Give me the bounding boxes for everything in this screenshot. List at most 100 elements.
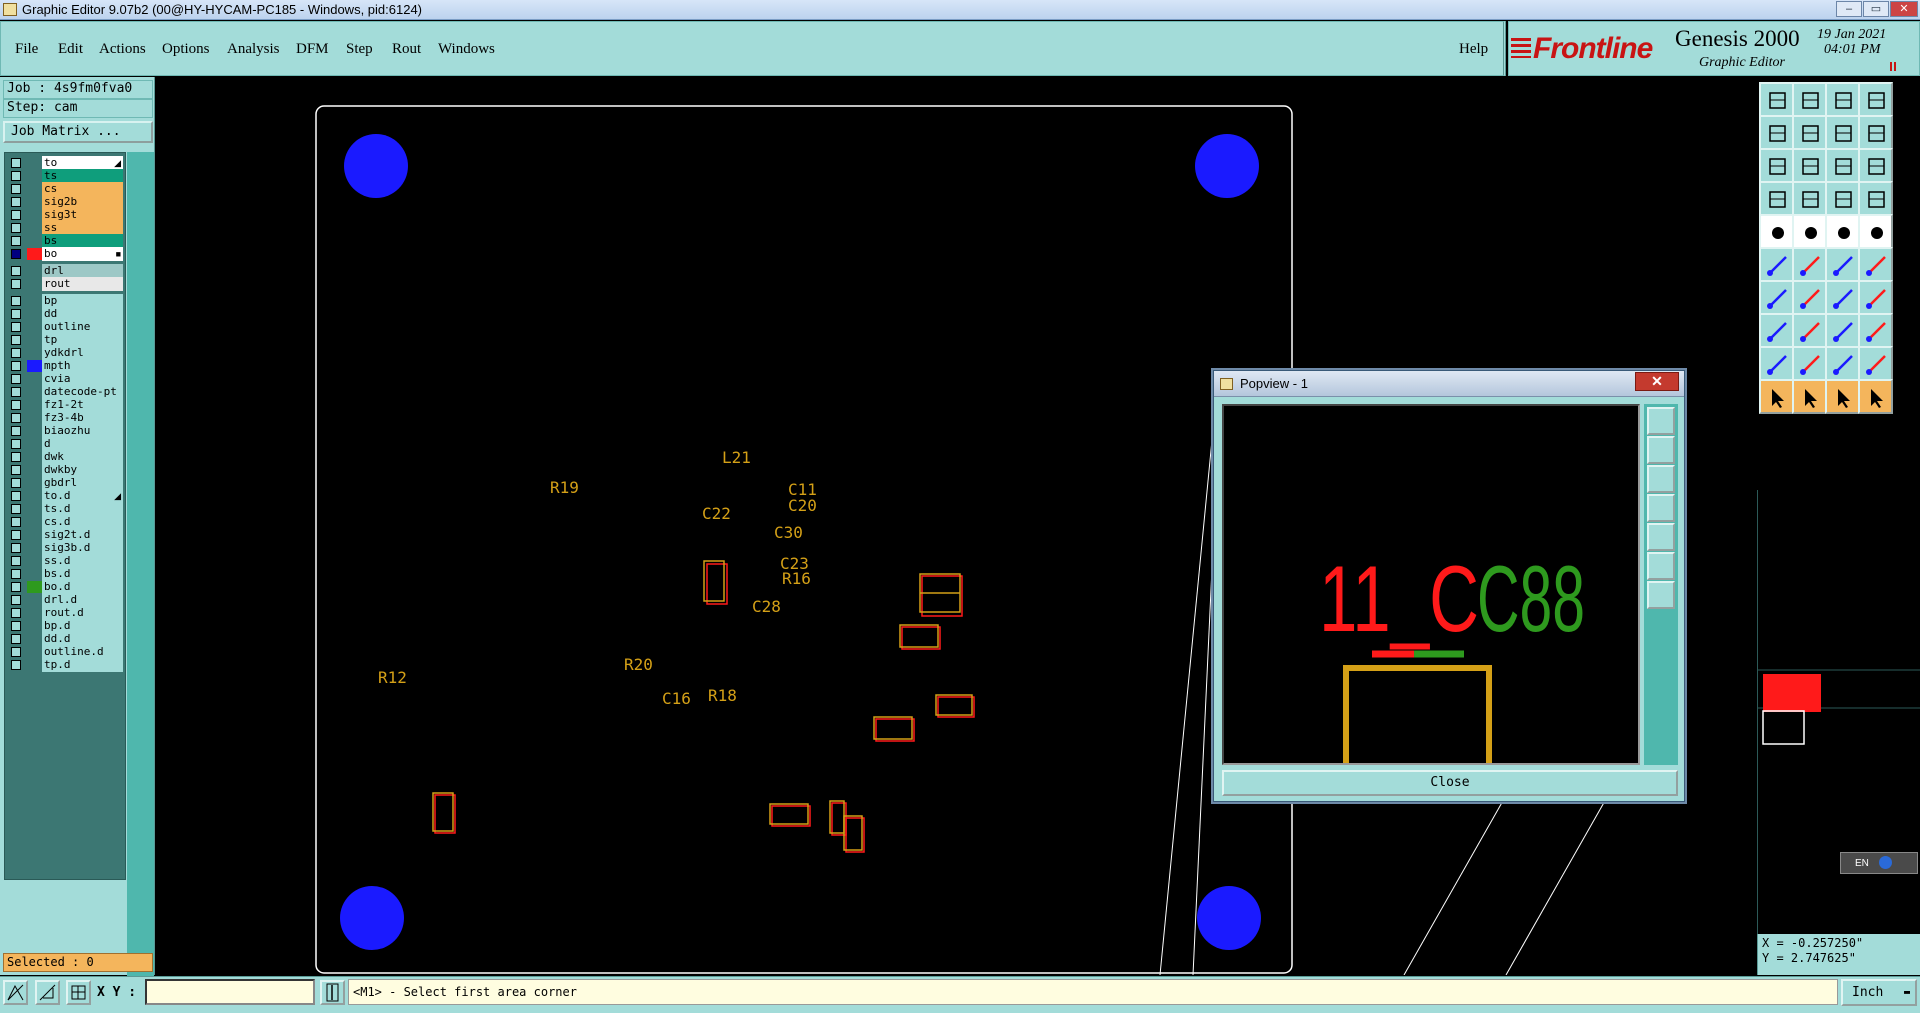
zoom-center-icon[interactable] [1792, 148, 1827, 183]
page-up-icon[interactable] [1759, 82, 1794, 117]
layer-red-icon[interactable] [1825, 181, 1860, 216]
layer-checkbox[interactable] [11, 530, 21, 540]
layer-name[interactable]: datecode-pt [42, 385, 123, 399]
layer-row[interactable]: ts.d [7, 502, 125, 516]
layer-checkbox[interactable] [11, 595, 21, 605]
popview-zoom-in-icon[interactable] [1647, 436, 1675, 464]
layer-name[interactable]: bo.d [42, 580, 123, 594]
layer-name[interactable]: gbdrl [42, 476, 123, 490]
layer-row[interactable]: d [7, 437, 125, 451]
layer-row[interactable]: bp [7, 294, 125, 308]
layer-row[interactable]: cs.d [7, 515, 125, 529]
layer-checkbox[interactable] [11, 171, 21, 181]
layer-row[interactable]: ydkdrl [7, 346, 125, 360]
layer-name[interactable]: rout [42, 277, 123, 291]
help-icon[interactable] [1858, 148, 1893, 183]
layer-color-swatch[interactable] [27, 360, 42, 372]
layer-row[interactable]: outline.d [7, 645, 125, 659]
layer-row[interactable]: biaozhu [7, 424, 125, 438]
maximize-button[interactable]: ▭ [1863, 1, 1889, 17]
line-add-icon[interactable] [1792, 313, 1827, 348]
fork-icon[interactable] [1858, 280, 1893, 315]
layer-name[interactable]: to.d [42, 489, 123, 503]
window-icon[interactable] [1858, 82, 1893, 117]
pan-left-icon[interactable] [1759, 115, 1794, 150]
layer-checkbox[interactable] [11, 197, 21, 207]
layer-checkbox[interactable] [11, 582, 21, 592]
layer-name[interactable]: dd [42, 307, 123, 321]
menu-step[interactable]: Step [346, 41, 373, 58]
scale-1-2-icon[interactable] [1825, 148, 1860, 183]
layer-color-swatch[interactable] [27, 248, 42, 260]
layer-row[interactable]: gbdrl [7, 476, 125, 490]
layer-checkbox[interactable] [11, 158, 21, 168]
align-icon[interactable] [1825, 313, 1860, 348]
layer-row[interactable]: to ◢ [7, 156, 125, 170]
layer-row[interactable]: bp.d [7, 619, 125, 633]
triangle-plus-icon[interactable] [1792, 346, 1827, 381]
layer-row[interactable]: rout.d [7, 606, 125, 620]
layer-name[interactable]: sig3t [42, 208, 123, 222]
arch-plus-icon[interactable] [1858, 346, 1893, 381]
layer-name[interactable]: tp [42, 333, 123, 347]
layer-checkbox[interactable] [11, 660, 21, 670]
layer-name[interactable]: outline.d [42, 645, 123, 659]
popview-close-button[interactable]: Close [1222, 770, 1678, 796]
layer-name[interactable]: mpth [42, 359, 123, 373]
menu-file[interactable]: File [15, 41, 38, 58]
layer-checkbox[interactable] [11, 387, 21, 397]
select-red-icon[interactable] [1825, 379, 1860, 414]
layer-name[interactable]: dwk [42, 450, 123, 464]
layer-checkbox[interactable] [11, 491, 21, 501]
layer-row[interactable]: dwk [7, 450, 125, 464]
rotate-icon[interactable] [1759, 181, 1794, 216]
layer-checkbox[interactable] [11, 400, 21, 410]
layer-checkbox[interactable] [11, 426, 21, 436]
layer-name[interactable]: dwkby [42, 463, 123, 477]
popview-close-x[interactable]: ✕ [1635, 372, 1679, 391]
layer-name[interactable]: cs [42, 182, 123, 196]
layer-row[interactable]: fz1-2t [7, 398, 125, 412]
layer-checkbox[interactable] [11, 647, 21, 657]
move-arrow-icon[interactable] [1858, 379, 1893, 414]
layer-name[interactable]: to [42, 156, 123, 170]
layer-row[interactable]: dwkby [7, 463, 125, 477]
layer-checkbox[interactable] [11, 348, 21, 358]
point-blue-icon[interactable] [1858, 247, 1893, 282]
layer-blue-icon[interactable] [1858, 181, 1893, 216]
point-red-icon[interactable] [1825, 247, 1860, 282]
popview-zoom-home-icon[interactable] [1647, 407, 1675, 435]
layer-checkbox[interactable] [11, 210, 21, 220]
layer-checkbox[interactable] [11, 621, 21, 631]
layer-name[interactable]: bp [42, 294, 123, 308]
layer-checkbox[interactable] [11, 296, 21, 306]
layer-row[interactable]: bo.d [7, 580, 125, 594]
popview-fit-icon[interactable] [1647, 552, 1675, 580]
layer-name[interactable]: sig2b [42, 195, 123, 209]
layer-row[interactable]: drl [7, 264, 125, 278]
layer-name[interactable]: fz1-2t [42, 398, 123, 412]
grid-icon[interactable] [66, 980, 91, 1005]
layer-row[interactable]: bo ■ [7, 247, 125, 261]
menu-rout[interactable]: Rout [392, 41, 421, 58]
layer-name[interactable]: drl [42, 264, 123, 278]
menu-dfm[interactable]: DFM [296, 41, 329, 58]
layer-row[interactable]: sig3b.d [7, 541, 125, 555]
layer-row[interactable]: rout [7, 277, 125, 291]
measure-icon[interactable] [35, 980, 60, 1005]
cross-delete-icon[interactable] [1792, 247, 1827, 282]
redraw-icon[interactable] [1858, 115, 1893, 150]
select-red-arrow-icon[interactable] [1792, 379, 1827, 414]
layer-row[interactable]: cs [7, 182, 125, 196]
layer-row[interactable]: drl.d [7, 593, 125, 607]
layer-row[interactable]: tp.d [7, 658, 125, 672]
layer-checkbox[interactable] [11, 279, 21, 289]
connect-icon[interactable] [1759, 247, 1794, 282]
layer-checkbox[interactable] [11, 556, 21, 566]
zoom-fit-icon[interactable] [1759, 148, 1794, 183]
units-selector[interactable]: Inch ▬ [1841, 979, 1917, 1006]
layer-row[interactable]: tp [7, 333, 125, 347]
round-pad-icon[interactable] [1858, 214, 1893, 249]
layer-checkbox[interactable] [11, 374, 21, 384]
popview-canvas[interactable]: 11_C C88 [1222, 404, 1640, 765]
